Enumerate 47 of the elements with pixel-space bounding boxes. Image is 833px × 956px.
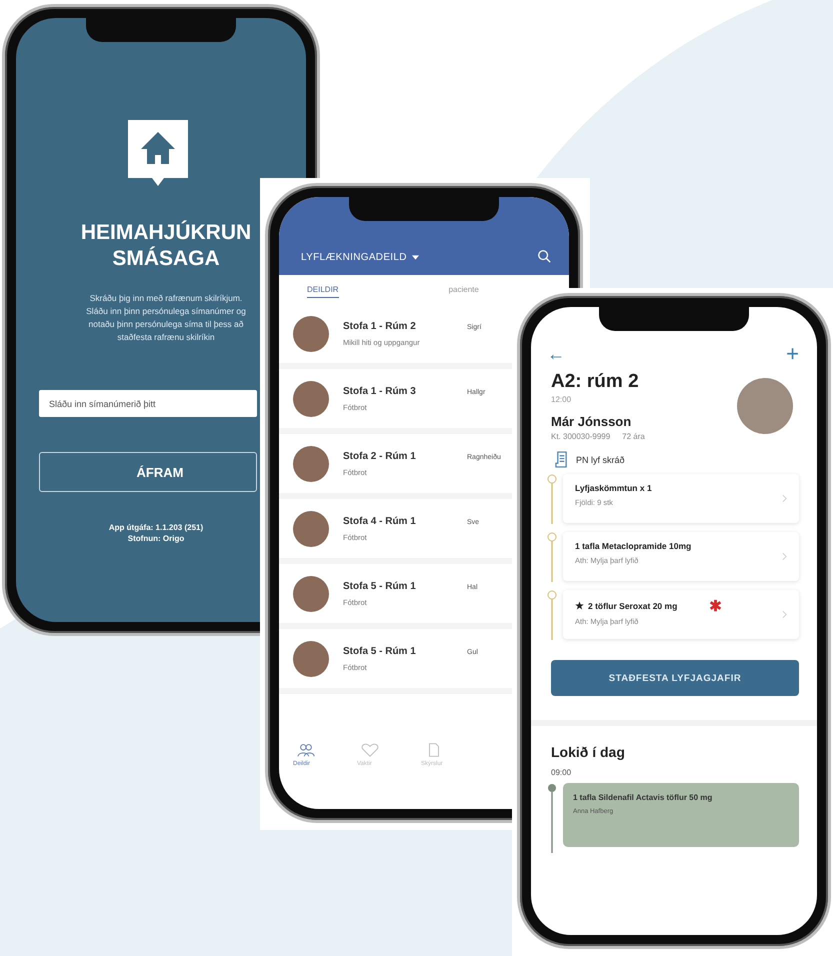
medication-title: 1 tafla Metaclopramide 10mg [575,541,692,551]
timeline-marker [547,474,557,524]
medication-title: Lyfjaskömmtun x 1 [575,483,652,493]
time-label: 09:00 [551,768,572,777]
medication-title: 2 töflur Seroxat 20 mg [588,600,678,610]
chevron-icon [782,610,787,619]
add-button[interactable]: + [786,345,799,363]
caret-icon [412,255,419,260]
room-label[interactable]: Stofa 1 - Rúm 3 [343,386,461,396]
search-icon[interactable] [537,249,551,263]
age-label: 72 ára [622,432,645,441]
avatar-placeholder [293,316,329,352]
room-label[interactable]: Stofa 2 - Rúm 1 [343,450,461,462]
avatar-placeholder [293,640,329,676]
avatar-placeholder [293,446,329,482]
avatar-placeholder [293,576,329,612]
avatar-placeholder [293,380,329,416]
room-label[interactable]: Stofa 4 - Rúm 1 [343,516,461,526]
heart-icon [361,742,379,758]
avatar-placeholder [293,510,329,546]
phone-number-field[interactable]: Sláðu inn símanúmerið þitt [39,390,257,417]
room-label[interactable]: Stofa 5 - Rúm 1 [343,646,461,656]
chevron-icon [782,552,787,561]
section-heading: Lokið í dag [551,744,626,760]
continue-button[interactable]: ÁFRAM [39,452,257,492]
patient-name: Már Jónsson [551,414,632,429]
room-title: A2: rúm 2 [551,371,640,393]
confirm-button[interactable]: STAÐFESTA LYFJAGJAFIR [551,660,799,696]
room-label[interactable]: Stofa 5 - Rúm 1 [343,580,461,592]
id-number: Kt. 300030-9999 [551,432,610,441]
organization-label: Stofnun: Origo [126,533,186,544]
login-instructions: Skráðu þig inn með rafrænum skilríkjum. Sláðu inn þinn persónulega símanúmer og notaðu þinn persónulega síma til þess að staðfesta rafrænu skilríkin [85,292,247,344]
people-icon [297,742,315,758]
chevron-icon [782,494,787,503]
timeline-marker [547,783,557,853]
medication-title: 1 tafla Sildenafil Actavis töflur 50 mg [573,793,714,802]
timeline-marker [547,590,557,640]
timeline-marker [547,532,557,582]
back-button[interactable]: ← [547,345,565,363]
prn-link[interactable]: PN lyf skráð [576,454,625,464]
tab[interactable]: DEILDIR [307,285,339,298]
document-icon [555,451,568,468]
app-version: App útgáfa: 1.1.203 (251) [108,522,204,533]
room-label[interactable]: Stofa 1 - Rúm 2 [343,320,461,332]
time-label: 12:00 [551,395,572,404]
ward-dropdown[interactable]: LYFLÆKNINGADEILD [301,252,419,263]
app-title: HEIMAHJÚKRUN SMÁSAGA [80,220,252,272]
